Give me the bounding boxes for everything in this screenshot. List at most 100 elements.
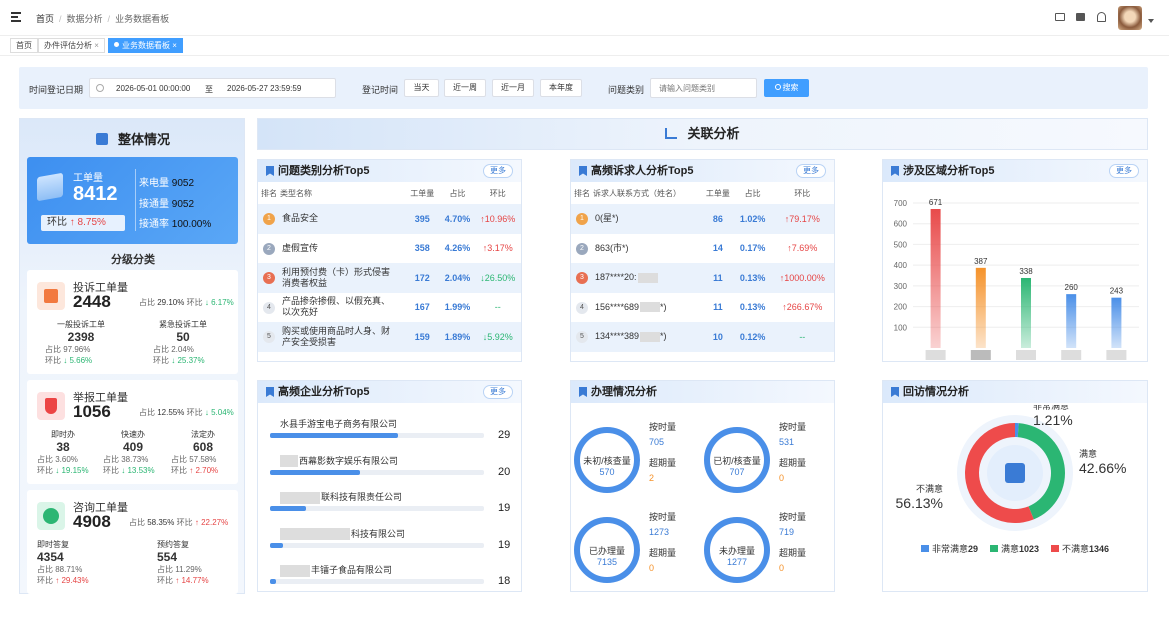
table-row[interactable]: 2 863(市*) 14 0.17% ↑7.69%: [571, 234, 834, 264]
enterprise-row[interactable]: 科技有限公司 19: [258, 523, 521, 557]
row-count: 10: [701, 322, 735, 352]
redacted-block: [637, 272, 658, 283]
table-row[interactable]: 4 产品掺杂掺假、以假充真、以次充好 167 1.99% --: [258, 293, 521, 323]
table-row[interactable]: 5 购买或使用商品时人身、财产安全受损害 159 1.89% ↓5.92%: [258, 322, 521, 352]
enterprise-row[interactable]: 丰镭子食品有限公司 18: [258, 559, 521, 593]
rank-badge: 5: [263, 331, 275, 344]
redacted-block: [280, 491, 320, 504]
message-icon[interactable]: [1076, 13, 1085, 21]
breadcrumb-home[interactable]: 首页: [36, 14, 54, 24]
close-icon[interactable]: ×: [172, 41, 177, 50]
bar[interactable]: [1021, 277, 1031, 348]
table-row[interactable]: 5 134****389 *) 10 0.12% --: [571, 322, 834, 352]
bookmark-icon: [266, 166, 274, 176]
week-button[interactable]: 近一周: [444, 79, 486, 97]
visit-panel: 回访情况分析 非常满意 1.21% 满意 42.66% 不满意 56.13% 非常满意29…: [882, 380, 1148, 592]
enterprise-bar-track: [270, 542, 484, 548]
more-button[interactable]: 更多: [796, 164, 826, 178]
breadcrumb: 首页 / 数据分析 / 业务数据看板: [36, 14, 170, 24]
date-range-picker[interactable]: 2026-05-01 00:00:00 至 2026-05-27 23:59:5…: [89, 78, 336, 98]
tab-home[interactable]: 首页: [10, 38, 38, 53]
enterprise-name: 科技有限公司: [351, 528, 406, 539]
table-row[interactable]: 1 0(星*) 86 1.02% ↑79.17%: [571, 204, 834, 234]
enterprise-row[interactable]: 水县手游宝电子商务有限公司 29: [258, 413, 521, 447]
row-share: 2.04%: [440, 263, 475, 293]
bar[interactable]: [975, 267, 986, 348]
rank-badge: 3: [576, 272, 588, 285]
enterprise-bar-fill: [270, 506, 307, 511]
table-row[interactable]: 3 利用预付费（卡）形式侵害消费者权益 172 2.04% ↓26.50%: [258, 263, 521, 293]
avatar[interactable]: [1118, 6, 1142, 30]
legend-item[interactable]: 不满意1346: [1051, 544, 1109, 554]
close-icon[interactable]: ×: [94, 41, 99, 50]
enterprise-bar-fill: [270, 433, 399, 438]
today-button[interactable]: 当天: [404, 79, 439, 97]
active-dot-icon: [114, 42, 119, 47]
y-tick-label: 700: [894, 199, 908, 208]
bookmark-icon: [891, 387, 899, 397]
handling-ring[interactable]: 已办理量 7135: [574, 517, 640, 583]
row-share: 4.26%: [444, 243, 471, 254]
bar[interactable]: [1066, 294, 1077, 348]
overall-panel: 整体情况 工单量 8412 环比 ↑ 8.75% 来电量 9052 接通量 90…: [19, 118, 245, 594]
complaint-sub-urgent: 紧急投诉工单 50 占比 2.04% 环比 ↓ 25.37%: [153, 320, 207, 365]
enterprise-count: 29: [498, 429, 511, 441]
connect-row: 接通量 9052: [139, 199, 195, 210]
chevron-down-icon[interactable]: [1148, 19, 1154, 23]
month-button[interactable]: 近一月: [492, 79, 534, 97]
more-button[interactable]: 更多: [483, 164, 513, 178]
region-top5-panel: 涉及区域分析Top5 更多 100 200 300 400 500 600 700 671 387…: [882, 159, 1148, 362]
bell-icon[interactable]: [1097, 12, 1106, 22]
slice-pct-label: 1.21%: [1033, 412, 1073, 428]
redacted-category-label: [1106, 350, 1127, 360]
legend-item[interactable]: 非常满意29: [920, 544, 978, 554]
enterprise-bar-track: [270, 433, 484, 438]
breadcrumb-analysis[interactable]: 数据分析: [67, 14, 103, 24]
y-tick-label: 500: [894, 240, 908, 249]
problem-type-input[interactable]: [650, 78, 757, 98]
end-date: 2026-05-27 23:59:59: [227, 84, 302, 93]
tab-bar: 首页 办件评估分析 × 业务数据看板 ×: [0, 36, 1169, 56]
legend-item[interactable]: 满意1023: [989, 544, 1039, 554]
tab-evaluation[interactable]: 办件评估分析 ×: [38, 38, 105, 53]
y-tick-label: 400: [894, 261, 908, 270]
row-name: 利用预付费（卡）形式侵害消费者权益: [282, 266, 391, 288]
bar-value-label: 260: [1065, 283, 1079, 292]
enterprise-name: 丰镭子食品有限公司: [311, 565, 393, 575]
handling-ring[interactable]: 未办理量 1277: [704, 517, 770, 583]
overall-title: 整体情况: [20, 129, 246, 148]
more-button[interactable]: 更多: [483, 385, 513, 399]
tab-dashboard[interactable]: 业务数据看板 ×: [108, 38, 183, 53]
report-sub-fast: 快速办 409 占比 38.73% 环比 ↓ 13.53%: [103, 430, 155, 475]
enterprise-row[interactable]: 联科技有限责任公司 19: [258, 486, 521, 520]
handling-ring[interactable]: 未初/核查量 570: [574, 427, 640, 493]
table-row[interactable]: 3 187****20: 11 0.13% ↑1000.00%: [571, 263, 834, 293]
start-date: 2026-05-01 00:00:00: [116, 84, 191, 93]
menu-toggle-icon[interactable]: [11, 12, 21, 22]
handling-ring[interactable]: 已初/核查量 707: [704, 427, 770, 493]
enterprise-row[interactable]: 西幕影数字娱乐有限公司 20: [258, 450, 521, 484]
row-share: 1.99%: [444, 302, 471, 313]
rate-row: 接通率 100.00%: [139, 219, 212, 230]
bar[interactable]: [1111, 297, 1122, 348]
y-tick-label: 300: [894, 282, 908, 291]
complainant-table: 排名 诉求人联系方式（姓名） 工单量 占比 环比 1 0(星*) 86 1.02% ↑79.17…: [571, 182, 834, 352]
y-tick-label: 100: [894, 323, 908, 332]
slice-pct-label: 56.13%: [896, 495, 943, 511]
bar-value-label: 243: [1110, 287, 1124, 296]
more-button[interactable]: 更多: [1109, 164, 1139, 178]
bar[interactable]: [930, 209, 941, 348]
report-sub-instant: 即时办 38 占比 3.60% 环比 ↓ 19.15%: [37, 430, 89, 475]
year-button[interactable]: 本年度: [540, 79, 582, 97]
monitor-icon[interactable]: [1055, 13, 1065, 21]
table-row[interactable]: 1 食品安全 395 4.70% ↑10.96%: [258, 204, 521, 234]
top-header: 首页 / 数据分析 / 业务数据看板: [0, 0, 1169, 36]
table-row[interactable]: 4 156****689 *) 11 0.13% ↑266.67%: [571, 293, 834, 323]
enterprise-count: 20: [498, 465, 511, 478]
table-row[interactable]: 2 虚假宣传 358 4.26% ↑3.17%: [258, 234, 521, 264]
y-tick-label: 600: [894, 220, 908, 229]
enterprise-bar-fill: [270, 542, 283, 548]
row-name: 156****689: [595, 301, 640, 312]
search-button[interactable]: 搜索: [764, 79, 809, 97]
row-count: 172: [390, 263, 441, 293]
